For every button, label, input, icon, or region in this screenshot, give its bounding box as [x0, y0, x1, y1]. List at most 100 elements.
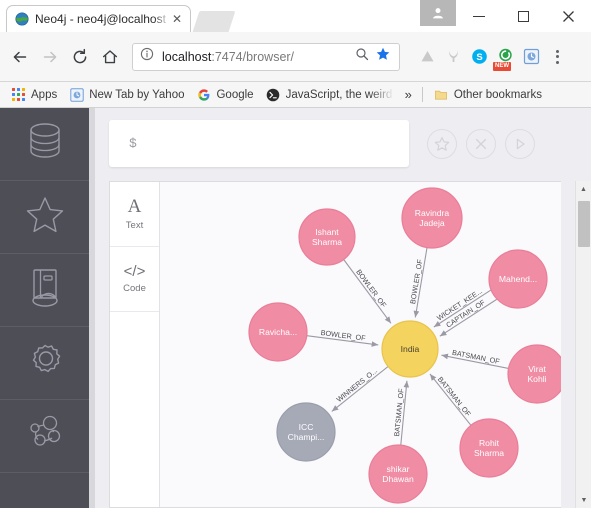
graph-cloud-icon [25, 414, 65, 459]
run-query-button[interactable] [505, 129, 535, 159]
node-label: Dhawan [382, 474, 414, 484]
graph-edge[interactable] [331, 366, 389, 412]
bookmark-apps[interactable]: Apps [5, 84, 63, 106]
book-icon [27, 267, 63, 314]
browser-tab[interactable]: Neo4j - neo4j@localhost ✕ [6, 5, 191, 32]
graph-node[interactable]: ViratKohli [507, 344, 561, 404]
tab-label: Code [123, 283, 146, 294]
sidebar-item-about[interactable] [0, 400, 89, 473]
graph-canvas[interactable]: BOWLER_OF BOWLER_OF CAPTAIN_OF WICKET_KEE..… [160, 182, 561, 507]
bookmarks-divider [421, 87, 423, 102]
node-label: Virat [528, 364, 546, 374]
forward-button[interactable] [36, 43, 64, 71]
scroll-up-button[interactable]: ▲ [576, 181, 591, 197]
tab-code[interactable]: </> Code [110, 247, 159, 312]
address-bar[interactable]: localhost:7474/browser/ [132, 42, 400, 71]
url-path: :7474/browser/ [211, 49, 295, 64]
graph-node[interactable]: RohitSharma [459, 418, 519, 478]
graph-node[interactable]: Mahend... [488, 249, 548, 309]
drive-extension-icon[interactable] [414, 44, 440, 70]
back-button[interactable] [6, 43, 34, 71]
maximize-button[interactable] [501, 0, 546, 32]
relationship-label: WINNERS_O... [335, 366, 379, 404]
bookmark-label: Other bookmarks [453, 88, 543, 101]
bookmarks-bar: Apps New Tab by Yahoo Google JavaScript,… [0, 82, 591, 108]
graph-node[interactable]: Ravicha... [248, 302, 308, 362]
relationship-label: BOWLER_OF [354, 268, 388, 310]
node-label: India [401, 344, 420, 354]
node-label: ICC [299, 422, 314, 432]
home-button[interactable] [96, 43, 124, 71]
neo4j-main: $ A Text </> Code BOWLER_OF BOWLER_OF CA… [95, 108, 591, 508]
node-label: Sharma [474, 448, 504, 458]
bookmark-label: New Tab by Yahoo [89, 88, 185, 101]
neo4j-globe-icon [15, 12, 29, 26]
svg-text:S: S [476, 52, 482, 63]
new-badge-extension-icon[interactable]: NEW [492, 44, 518, 71]
tab-title: Neo4j - neo4j@localhost [35, 12, 166, 26]
clear-query-button[interactable] [466, 129, 496, 159]
bookmark-item-yahoo[interactable]: New Tab by Yahoo [63, 84, 190, 106]
query-editor-area: $ [95, 108, 561, 178]
node-label: Kohli [527, 374, 546, 384]
minimize-button[interactable] [456, 0, 501, 32]
node-label: Jadeja [419, 218, 445, 228]
graph-nodes[interactable]: India IshantSharma RavindraJadeja Mahend...… [248, 187, 561, 504]
result-view-tabs: A Text </> Code [110, 182, 160, 507]
bookmark-other-bookmarks[interactable]: Other bookmarks [428, 84, 548, 106]
scroll-down-button[interactable]: ▼ [576, 492, 591, 508]
window-controls [420, 0, 591, 32]
three-dots-icon[interactable] [546, 49, 568, 64]
title-bar: Neo4j - neo4j@localhost ✕ [0, 0, 591, 32]
node-label: Mahend... [499, 274, 537, 284]
sidebar-item-database[interactable] [0, 108, 89, 181]
tab-text[interactable]: A Text [110, 182, 159, 247]
bookmark-label: JavaScript, the weird p [285, 88, 394, 101]
neo4j-sidebar [0, 108, 89, 508]
node-label: Ravindra [415, 208, 450, 218]
url-text[interactable]: localhost:7474/browser/ [162, 50, 350, 64]
reload-button[interactable] [66, 43, 94, 71]
apps-grid-icon [11, 87, 26, 102]
sidebar-item-favorites[interactable] [0, 181, 89, 254]
database-icon [25, 121, 65, 168]
bookmark-item-google[interactable]: Google [190, 84, 259, 106]
graph-node[interactable]: shikarDhawan [368, 444, 428, 504]
info-circle-icon[interactable] [140, 47, 156, 66]
browser-window: Neo4j - neo4j@localhost ✕ localhost:7474… [0, 0, 591, 508]
graph-edge[interactable] [429, 373, 472, 426]
url-host: localhost [162, 49, 212, 64]
sidebar-item-documents[interactable] [0, 254, 89, 327]
profile-icon[interactable] [420, 0, 456, 26]
node-label: Ravicha... [259, 327, 297, 337]
bookmark-item-javascript[interactable]: JavaScript, the weird p [260, 84, 400, 106]
query-editor-actions [427, 129, 535, 159]
bookmarks-overflow-button[interactable]: » [400, 87, 417, 102]
rabbit-extension-icon[interactable] [440, 44, 466, 70]
skype-extension-icon[interactable]: S [466, 44, 492, 70]
magnifier-icon[interactable] [355, 47, 371, 66]
graph-node[interactable]: India [381, 320, 439, 378]
favorite-query-button[interactable] [427, 129, 457, 159]
results-scrollbar[interactable]: ▲ ▼ [575, 181, 591, 508]
sidebar-item-settings[interactable] [0, 327, 89, 400]
extension-icons: S NEW [414, 44, 568, 71]
graph-edge[interactable] [343, 259, 392, 324]
graph-node[interactable]: IshantSharma [298, 208, 356, 266]
star-icon [25, 195, 65, 240]
close-tab-icon[interactable]: ✕ [170, 12, 184, 26]
graph-node[interactable]: ICCChampi... [276, 402, 336, 462]
text-icon: A [127, 196, 142, 217]
result-frame: A Text </> Code BOWLER_OF BOWLER_OF CAPT… [109, 181, 561, 508]
yahoo-extension-icon[interactable] [518, 44, 544, 70]
graph-node[interactable]: RavindraJadeja [401, 187, 463, 249]
star-filled-icon[interactable] [376, 47, 392, 66]
tab-label: Text [125, 220, 144, 231]
new-tab-button[interactable] [192, 11, 236, 32]
close-window-button[interactable] [546, 0, 591, 32]
bookmark-label: Google [216, 88, 254, 101]
graph-visualization[interactable]: BOWLER_OF BOWLER_OFCAPTAIN_OFWICKET_KEE..… [160, 182, 561, 507]
node-label: Champi... [288, 432, 325, 442]
query-editor-input[interactable]: $ [109, 120, 409, 167]
scrollbar-thumb[interactable] [578, 201, 590, 247]
